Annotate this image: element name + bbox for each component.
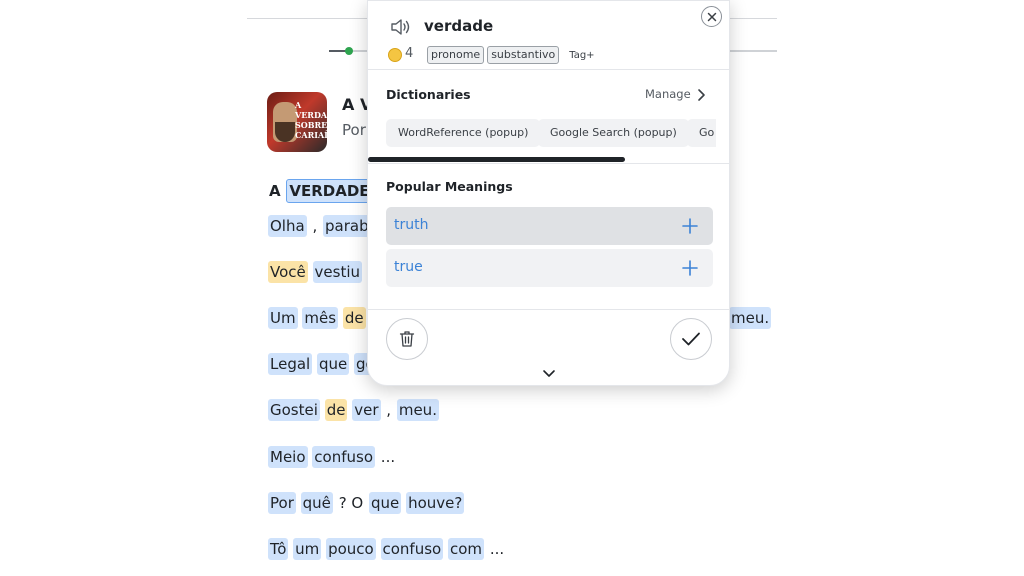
word-token[interactable]: que bbox=[316, 353, 350, 375]
dictionary-list[interactable]: WordReference (popup) Google Search (pop… bbox=[386, 119, 716, 147]
word-token[interactable]: Legal bbox=[268, 353, 313, 375]
word-token[interactable]: ver bbox=[352, 399, 381, 421]
dictionaries-heading: Dictionaries bbox=[386, 87, 471, 102]
text-line: Tô um pouco confuso com ... bbox=[268, 538, 505, 560]
lesson-cover-image[interactable]: A VERDADE SOBRE CARIAÍ bbox=[267, 92, 327, 152]
word-token[interactable]: um bbox=[293, 538, 322, 560]
text-line: Gostei de ver , meu. bbox=[268, 399, 439, 421]
divider bbox=[368, 163, 729, 164]
divider bbox=[368, 309, 729, 310]
tag-substantivo[interactable]: substantivo bbox=[487, 46, 560, 64]
divider bbox=[368, 69, 729, 70]
speaker-icon[interactable] bbox=[390, 17, 412, 37]
word-token[interactable]: Por bbox=[268, 492, 296, 514]
confirm-button[interactable] bbox=[670, 318, 712, 360]
dictionary-wordreference[interactable]: WordReference (popup) bbox=[386, 119, 541, 147]
popup-word: verdade bbox=[424, 17, 494, 35]
progress-indicator bbox=[345, 47, 353, 55]
tag-list: pronome substantivo Tag+ bbox=[427, 46, 595, 64]
word-token[interactable]: houve? bbox=[406, 492, 465, 514]
delete-button[interactable] bbox=[386, 318, 428, 360]
text-line: Legal que go bbox=[268, 353, 377, 375]
popular-meanings-heading: Popular Meanings bbox=[386, 179, 513, 194]
new-word-token[interactable]: Você bbox=[268, 261, 308, 283]
manage-dictionaries-link[interactable]: Manage bbox=[645, 87, 691, 101]
lesson-author: Por bbox=[342, 121, 366, 139]
new-word-token[interactable]: de bbox=[342, 307, 366, 329]
coin-icon bbox=[388, 48, 402, 62]
meaning-label: truth bbox=[394, 217, 429, 233]
dictionary-google-search[interactable]: Google Search (popup) bbox=[538, 119, 689, 147]
word-token[interactable]: vestiu bbox=[312, 261, 363, 283]
word-token[interactable]: mês bbox=[302, 307, 339, 329]
word-token[interactable]: quê bbox=[300, 492, 333, 514]
word-token[interactable]: com bbox=[448, 538, 485, 560]
word-token[interactable]: que bbox=[369, 492, 402, 514]
new-word-token[interactable]: de bbox=[324, 399, 348, 421]
text-line: Por quê ? O que houve? bbox=[268, 492, 465, 514]
punctuation: ... bbox=[489, 540, 505, 558]
dictionary-scrollbar[interactable] bbox=[368, 157, 625, 162]
text-line: Olha , parabé bbox=[268, 215, 380, 237]
tag-pronome[interactable]: pronome bbox=[427, 46, 485, 64]
cover-beard bbox=[275, 122, 295, 142]
punctuation: ... bbox=[380, 448, 396, 466]
word-token[interactable]: Gostei bbox=[268, 399, 320, 421]
text-line: Meio confuso ... bbox=[268, 446, 396, 468]
text-line: Você vestiu bbox=[268, 261, 363, 283]
word-token[interactable]: pouco bbox=[326, 538, 376, 560]
word-token[interactable]: Olha bbox=[268, 215, 307, 237]
add-tag-button[interactable]: Tag+ bbox=[569, 50, 594, 61]
word-token[interactable]: meu. bbox=[729, 307, 772, 329]
punctuation: ? O bbox=[338, 494, 364, 512]
chevron-down-icon[interactable] bbox=[541, 365, 557, 377]
word-token[interactable]: confuso bbox=[380, 538, 444, 560]
word-token[interactable]: confuso bbox=[312, 446, 376, 468]
line-tail[interactable]: meu. bbox=[729, 307, 772, 329]
text-line: Um mês de bbox=[268, 307, 366, 329]
plus-icon[interactable] bbox=[682, 218, 698, 234]
cover-text: A VERDADE SOBRE CARIAÍ bbox=[295, 100, 327, 140]
punctuation: A bbox=[269, 182, 281, 200]
dictionary-more[interactable]: Go bbox=[687, 119, 716, 147]
word-token[interactable]: Um bbox=[268, 307, 298, 329]
chevron-right-icon[interactable] bbox=[695, 87, 707, 101]
check-icon bbox=[682, 332, 700, 346]
close-button[interactable] bbox=[701, 6, 722, 27]
text-line: A VERDADE bbox=[268, 179, 373, 203]
punctuation: , bbox=[312, 217, 318, 235]
coin-count: 4 bbox=[405, 46, 414, 61]
plus-icon[interactable] bbox=[682, 260, 698, 276]
meaning-true[interactable]: true bbox=[386, 249, 713, 287]
word-token[interactable]: Tô bbox=[268, 538, 289, 560]
meaning-truth[interactable]: truth bbox=[386, 207, 713, 245]
close-icon bbox=[707, 12, 716, 21]
trash-icon bbox=[399, 331, 415, 347]
selected-word[interactable]: VERDADE bbox=[286, 179, 373, 203]
meaning-label: true bbox=[394, 259, 423, 275]
punctuation: , bbox=[386, 401, 392, 419]
word-token[interactable]: meu. bbox=[396, 399, 439, 421]
word-token[interactable]: Meio bbox=[268, 446, 308, 468]
word-popup: verdade 4 pronome substantivo Tag+ Dicti… bbox=[367, 0, 730, 386]
